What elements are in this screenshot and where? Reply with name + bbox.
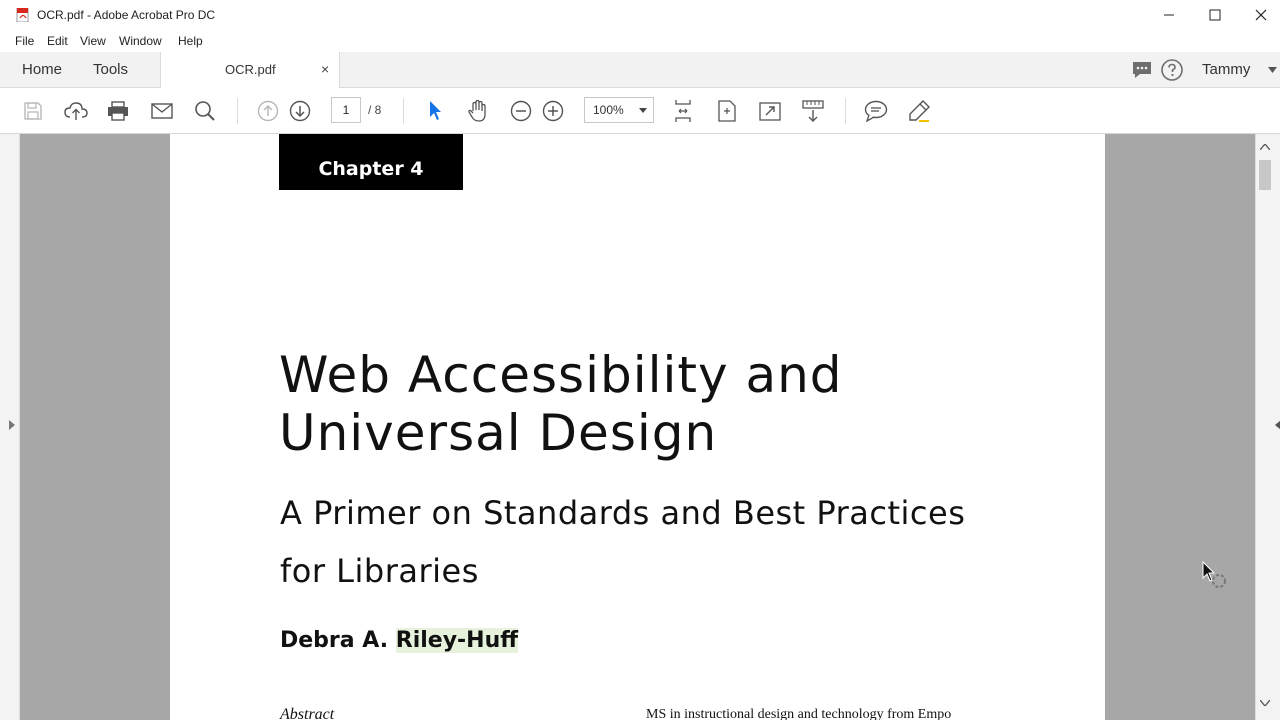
toolbar-divider [403, 98, 404, 124]
highlight-pen-icon [909, 100, 930, 122]
scroll-down-arrow-icon[interactable] [1260, 700, 1270, 706]
hand-tool-button[interactable] [465, 98, 491, 124]
highlight-tool-button[interactable] [906, 98, 932, 124]
minimize-icon [1164, 14, 1174, 16]
full-screen-icon [759, 102, 781, 121]
maximize-button[interactable] [1192, 0, 1238, 30]
document-title-line2: Universal Design [279, 404, 718, 462]
scrollbar-thumb[interactable] [1259, 160, 1271, 190]
title-bar: OCR.pdf - Adobe Acrobat Pro DC [0, 0, 1280, 30]
document-title: Web Accessibility and Universal Design [279, 346, 843, 462]
comment-icon [864, 100, 888, 122]
page-total-label: / 8 [368, 103, 382, 117]
help-icon[interactable] [1160, 58, 1184, 82]
author-last-name-highlighted: Riley-Huff [395, 628, 519, 653]
left-navigation-pane-collapsed[interactable] [0, 134, 20, 720]
abstract-heading: Abstract [280, 706, 335, 720]
expand-left-pane-icon[interactable] [9, 420, 15, 430]
comments-icon[interactable] [1131, 60, 1153, 80]
scroll-up-arrow-icon[interactable] [1260, 144, 1270, 150]
zoom-in-button[interactable] [540, 98, 566, 124]
rotate-button[interactable] [714, 98, 740, 124]
scroll-mode-button[interactable] [800, 98, 826, 124]
vertical-scrollbar[interactable] [1255, 134, 1280, 720]
next-page-button[interactable] [287, 98, 313, 124]
chapter-label: Chapter 4 [318, 158, 424, 180]
expand-right-pane-icon[interactable] [1275, 420, 1280, 430]
select-tool-button[interactable] [422, 98, 448, 124]
select-cursor-icon [430, 101, 441, 120]
comment-button[interactable] [863, 98, 889, 124]
menu-file[interactable]: File [15, 34, 34, 48]
full-screen-button[interactable] [757, 98, 783, 124]
upload-icon [64, 102, 88, 120]
document-title-line1: Web Accessibility and [279, 346, 843, 404]
tab-tools[interactable]: Tools [93, 52, 128, 88]
document-tab-close-button[interactable]: × [321, 61, 329, 77]
document-subtitle: A Primer on Standards and Best Practices… [280, 484, 965, 600]
document-subtitle-line1: A Primer on Standards and Best Practices [280, 494, 966, 532]
save-button[interactable] [20, 98, 46, 124]
zoom-in-icon [542, 100, 564, 122]
tab-bar: Home Tools OCR.pdf × Tammy [0, 52, 1280, 88]
author-bio-text: MS in instructional design and technolog… [646, 707, 952, 720]
toolbar-divider [237, 98, 238, 124]
previous-page-button[interactable] [255, 98, 281, 124]
tab-document[interactable]: OCR.pdf × [160, 52, 340, 88]
page-number-input[interactable]: 1 [331, 97, 361, 123]
minimize-button[interactable] [1146, 0, 1192, 30]
author-first-name: Debra A. [280, 628, 389, 653]
rotate-icon [718, 100, 736, 122]
document-subtitle-line2: for Libraries [280, 552, 479, 590]
zoom-out-button[interactable] [508, 98, 534, 124]
zoom-level-value: 100% [593, 103, 624, 117]
tab-home[interactable]: Home [22, 52, 62, 88]
hand-tool-icon [468, 99, 486, 122]
mouse-cursor-icon [1202, 561, 1226, 588]
chevron-down-icon [639, 108, 647, 113]
menu-help[interactable]: Help [178, 34, 203, 48]
user-menu[interactable]: Tammy [1202, 61, 1250, 78]
chevron-down-icon[interactable] [1268, 67, 1277, 73]
search-button[interactable] [192, 98, 218, 124]
menu-edit[interactable]: Edit [47, 34, 68, 48]
document-tab-label: OCR.pdf [225, 62, 276, 77]
fit-page-button[interactable] [670, 98, 696, 124]
pdf-page[interactable]: Chapter 4 Web Accessibility and Universa… [170, 134, 1105, 720]
window-title: OCR.pdf - Adobe Acrobat Pro DC [37, 8, 216, 22]
document-viewer[interactable]: Chapter 4 Web Accessibility and Universa… [0, 134, 1280, 720]
close-window-button[interactable] [1238, 0, 1280, 30]
fit-page-icon [675, 100, 691, 122]
maximize-icon [1209, 9, 1221, 21]
next-page-icon [289, 100, 311, 122]
email-icon [151, 103, 173, 119]
menu-view[interactable]: View [80, 34, 106, 48]
document-author: Debra A. Riley-Huff [280, 628, 519, 653]
toolbar-divider [845, 98, 846, 124]
print-icon [108, 101, 128, 121]
save-icon [24, 102, 42, 120]
menu-window[interactable]: Window [119, 34, 162, 48]
chapter-banner: Chapter 4 [279, 134, 463, 190]
upload-button[interactable] [63, 98, 89, 124]
search-icon [195, 101, 215, 121]
acrobat-pdf-icon [16, 8, 29, 22]
previous-page-icon [257, 100, 279, 122]
menu-bar: File Edit View Window Help [0, 30, 1280, 52]
scroll-mode-icon [802, 100, 824, 122]
email-button[interactable] [149, 98, 175, 124]
print-button[interactable] [105, 98, 131, 124]
zoom-level-dropdown[interactable]: 100% [584, 97, 654, 123]
zoom-out-icon [510, 100, 532, 122]
close-icon [1255, 9, 1267, 21]
